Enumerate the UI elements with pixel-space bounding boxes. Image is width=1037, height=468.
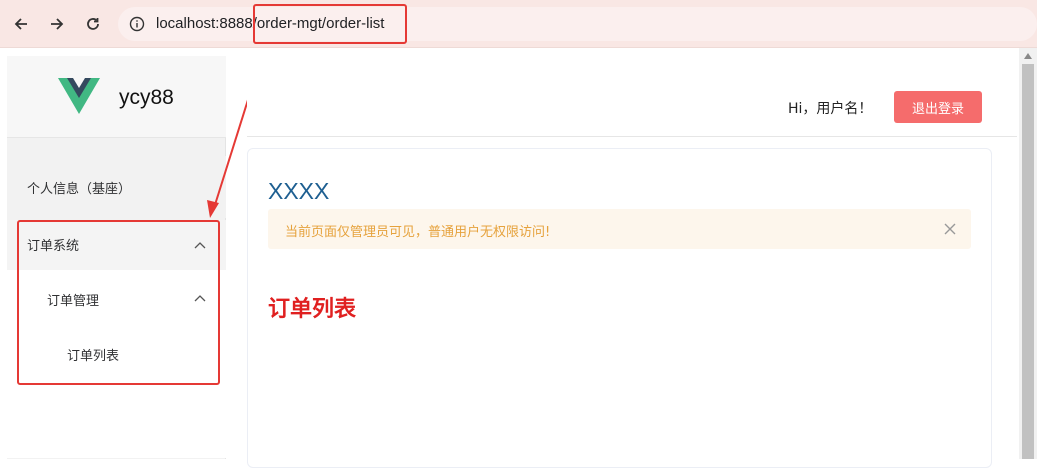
close-icon[interactable] xyxy=(943,222,957,236)
scroll-up-arrow-icon[interactable] xyxy=(1023,52,1033,60)
arrow-left-icon xyxy=(14,18,27,30)
reload-button[interactable] xyxy=(81,12,105,36)
logout-button[interactable]: 退出登录 xyxy=(894,91,982,123)
warning-alert: 当前页面仅管理员可见，普通用户无权限访问! xyxy=(268,209,971,249)
card-title: XXXX xyxy=(268,178,330,204)
alert-text: 当前页面仅管理员可见，普通用户无权限访问! xyxy=(285,225,551,240)
reload-icon xyxy=(87,18,99,30)
greeting-text: Hi，用户名！ xyxy=(788,101,873,117)
info-icon[interactable] xyxy=(129,16,145,32)
url-highlight-box xyxy=(253,4,407,44)
vue-logo-icon xyxy=(58,78,100,114)
content-card: XXXX 当前页面仅管理员可见，普通用户无权限访问! 订单列表 xyxy=(247,148,992,468)
logo-text: ycy88 xyxy=(119,86,174,109)
browser-toolbar: localhost:8888/order-mgt/order-list xyxy=(0,0,1037,48)
url-host: localhost:8888 xyxy=(156,15,253,32)
top-header: Hi，用户名！ 退出登录 xyxy=(247,56,1017,137)
arrow-right-icon xyxy=(51,18,64,30)
sidebar-item-label: 个人信息（基座） xyxy=(27,182,132,197)
forward-button[interactable] xyxy=(45,12,69,36)
menu-highlight-box xyxy=(17,220,220,385)
scrollbar-thumb[interactable] xyxy=(1022,64,1034,459)
page-heading: 订单列表 xyxy=(268,297,357,322)
logo-area: ycy88 xyxy=(7,56,226,138)
back-button[interactable] xyxy=(9,12,33,36)
sidebar-item-personal-info[interactable]: 个人信息（基座） xyxy=(7,156,226,218)
